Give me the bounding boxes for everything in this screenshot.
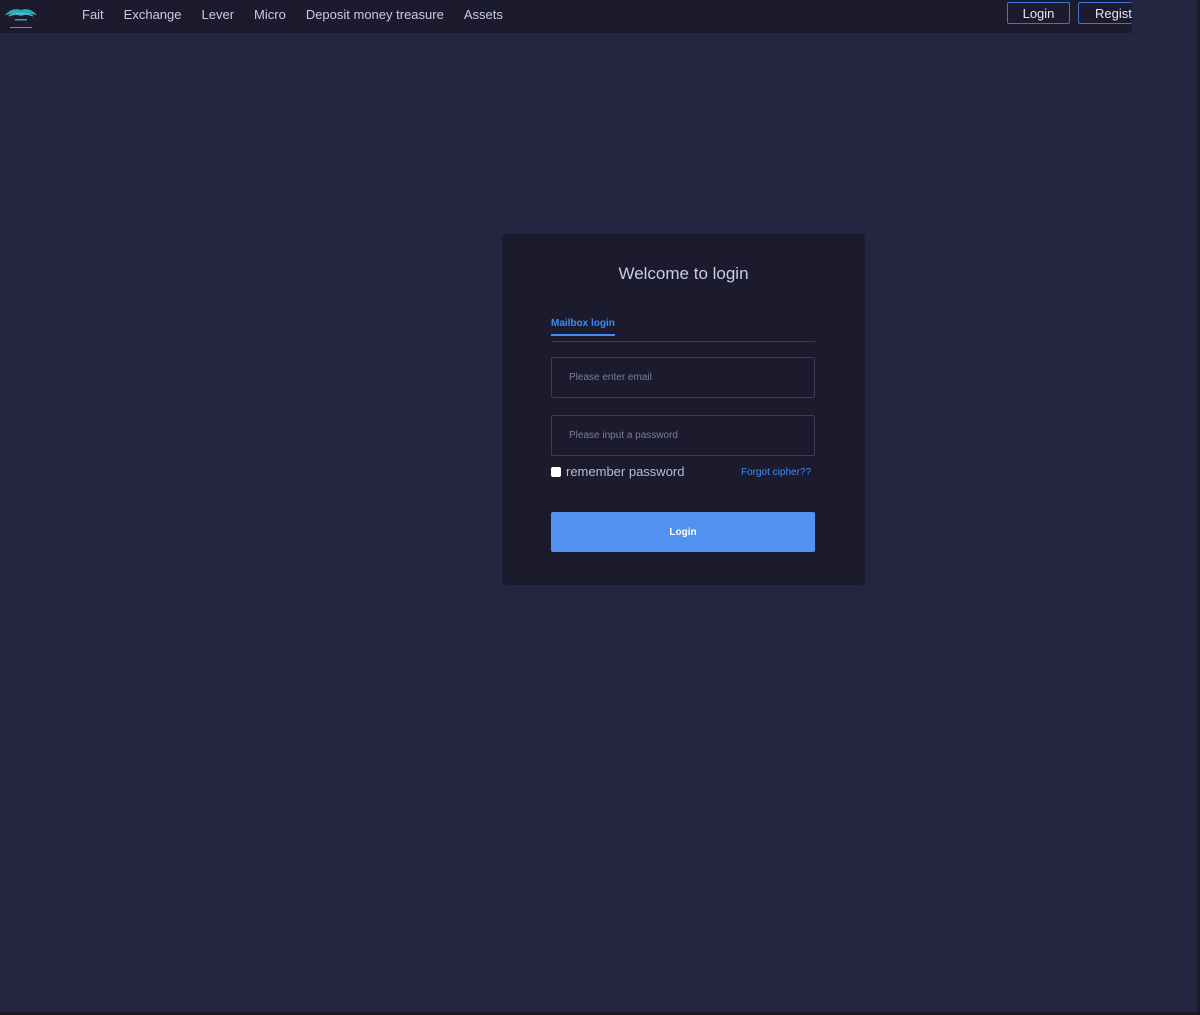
login-tabs: Mailbox login bbox=[551, 317, 815, 342]
tab-mailbox-login[interactable]: Mailbox login bbox=[551, 318, 615, 336]
login-card: Welcome to login Mailbox login remember … bbox=[502, 234, 865, 585]
password-input[interactable] bbox=[551, 415, 815, 456]
remember-password-checkbox[interactable] bbox=[551, 466, 561, 477]
top-navbar: Fait Exchange Lever Micro Deposit money … bbox=[0, 0, 1132, 33]
page-viewport: Fait Exchange Lever Micro Deposit money … bbox=[0, 0, 1197, 1012]
nav-link-fait[interactable]: Fait bbox=[82, 7, 104, 22]
nav-link-assets[interactable]: Assets bbox=[464, 7, 503, 22]
nav-link-exchange[interactable]: Exchange bbox=[124, 7, 182, 22]
remember-password-row: remember password bbox=[551, 464, 685, 479]
nav-link-deposit-money-treasure[interactable]: Deposit money treasure bbox=[306, 7, 444, 22]
login-title: Welcome to login bbox=[618, 264, 749, 283]
nav-link-lever[interactable]: Lever bbox=[202, 7, 235, 22]
forgot-password-link[interactable]: Forgot cipher?? bbox=[741, 467, 811, 478]
login-submit-button[interactable]: Login bbox=[551, 512, 815, 552]
header-login-button[interactable]: Login bbox=[1007, 2, 1070, 24]
main-nav: Fait Exchange Lever Micro Deposit money … bbox=[82, 0, 523, 28]
header-register-button[interactable]: Register bbox=[1078, 2, 1132, 24]
email-input[interactable] bbox=[551, 357, 815, 398]
nav-link-micro[interactable]: Micro bbox=[254, 7, 286, 22]
brand-logo-icon[interactable] bbox=[4, 4, 38, 30]
remember-password-label: remember password bbox=[566, 464, 685, 479]
